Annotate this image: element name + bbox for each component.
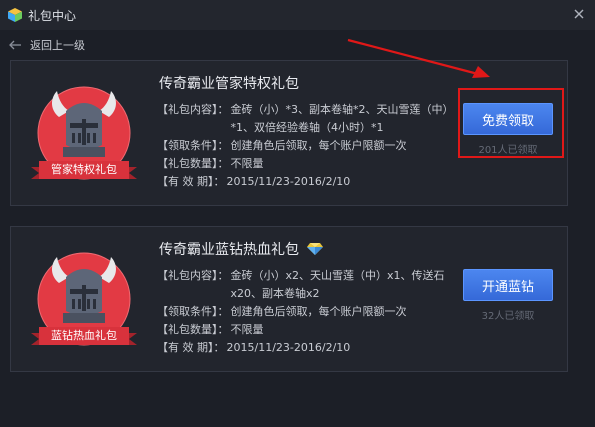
title-bar: 礼包中心 [0, 0, 595, 30]
row-key: 【领取条件】： [157, 305, 229, 318]
row-value: 不限量 [230, 157, 264, 170]
gift-title: 传奇霸业蓝钻热血礼包 [159, 239, 323, 259]
gift-title: 传奇霸业管家特权礼包 [159, 73, 299, 93]
row-key: 【有 效 期】： [157, 341, 225, 354]
row-key: 【礼包内容】： [157, 269, 229, 282]
info-row-quantity: 【礼包数量】： 不限量 [157, 321, 457, 339]
info-row-condition: 【领取条件】： 创建角色后领取，每个账户限额一次 [157, 137, 457, 155]
gift-card: 蓝钻热血礼包 传奇霸业蓝钻热血礼包 【礼包内容】： 金砖（小）x2、天山雪莲（中… [10, 226, 568, 372]
row-key: 【领取条件】： [157, 139, 229, 152]
claimed-count: 201人已领取 [478, 145, 538, 156]
claimed-count: 32人已领取 [481, 311, 535, 322]
free-claim-button[interactable]: 免费领取 [463, 103, 553, 135]
open-blue-diamond-button[interactable]: 开通蓝钻 [463, 269, 553, 301]
back-link[interactable]: 返回上一级 [8, 36, 85, 54]
window-title: 礼包中心 [28, 9, 77, 23]
badge-label: 管家特权礼包 [51, 163, 117, 176]
row-value: 2015/11/23-2016/2/10 [226, 341, 351, 354]
info-row-quantity: 【礼包数量】： 不限量 [157, 155, 457, 173]
row-key: 【礼包数量】： [157, 323, 229, 336]
close-icon [574, 9, 584, 19]
row-value: 创建角色后领取，每个账户限额一次 [230, 305, 407, 318]
row-value: 2015/11/23-2016/2/10 [226, 175, 351, 188]
row-value: 不限量 [230, 323, 264, 336]
info-row-content: 【礼包内容】： 金砖（小）*3、副本卷轴*2、天山雪莲（中）*1、双倍经验卷轴（… [157, 101, 457, 137]
row-key: 【礼包内容】： [157, 103, 229, 116]
diamond-icon [307, 243, 323, 255]
gift-info: 【礼包内容】： 金砖（小）*3、副本卷轴*2、天山雪莲（中）*1、双倍经验卷轴（… [157, 101, 457, 191]
row-value: 金砖（小）x2、天山雪莲（中）x1、传送石x20、副本卷轴x2 [230, 269, 445, 300]
cube-icon [8, 8, 22, 22]
badge-label: 蓝钻热血礼包 [51, 329, 117, 342]
gift-info: 【礼包内容】： 金砖（小）x2、天山雪莲（中）x1、传送石x20、副本卷轴x2 … [157, 267, 457, 357]
row-value: 创建角色后领取，每个账户限额一次 [230, 139, 407, 152]
back-arrow-icon [9, 40, 21, 50]
close-button[interactable] [569, 4, 589, 24]
info-row-validity: 【有 效 期】： 2015/11/23-2016/2/10 [157, 339, 457, 357]
knight-helmet-icon [31, 86, 137, 180]
info-row-validity: 【有 效 期】： 2015/11/23-2016/2/10 [157, 173, 457, 191]
row-key: 【礼包数量】： [157, 157, 229, 170]
knight-helmet-icon [31, 252, 137, 346]
back-label: 返回上一级 [30, 39, 85, 52]
gift-title-text: 传奇霸业管家特权礼包 [159, 76, 299, 92]
annotation-arrow-icon [347, 38, 490, 78]
info-row-content: 【礼包内容】： 金砖（小）x2、天山雪莲（中）x1、传送石x20、副本卷轴x2 [157, 267, 457, 303]
gift-title-text: 传奇霸业蓝钻热血礼包 [159, 242, 299, 258]
row-value: 金砖（小）*3、副本卷轴*2、天山雪莲（中）*1、双倍经验卷轴（4小时）*1 [230, 103, 454, 134]
row-key: 【有 效 期】： [157, 175, 225, 188]
info-row-condition: 【领取条件】： 创建角色后领取，每个账户限额一次 [157, 303, 457, 321]
